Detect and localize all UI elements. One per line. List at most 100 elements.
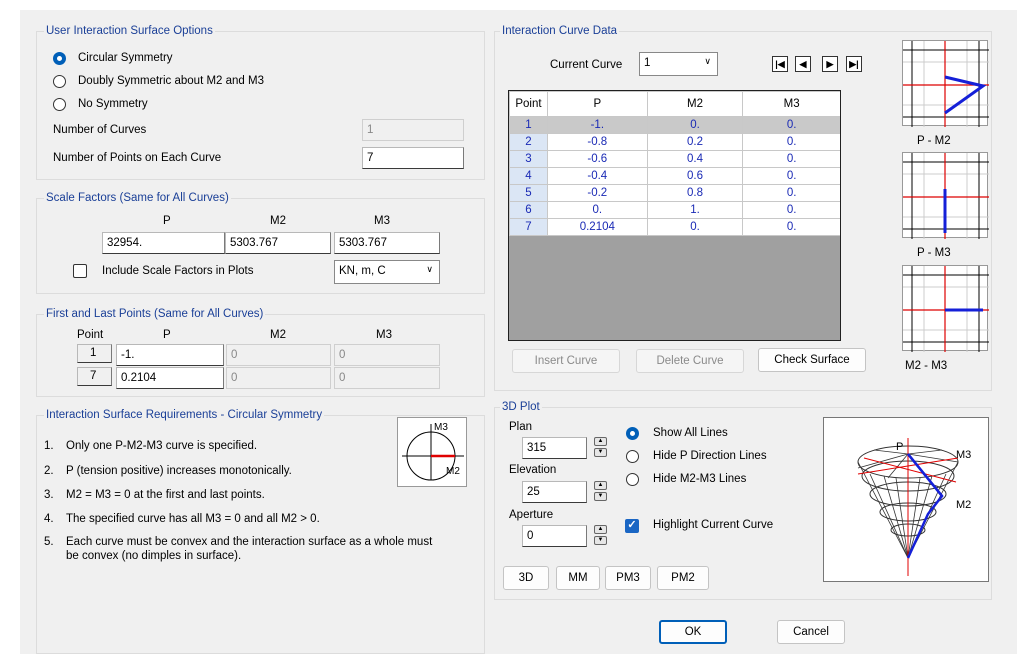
table-cell[interactable]: 0. bbox=[742, 218, 840, 236]
diagram-m3-label: M3 bbox=[434, 422, 448, 433]
table-cell[interactable]: 0. bbox=[742, 167, 840, 185]
scale-p-field[interactable]: 32954. bbox=[102, 232, 225, 254]
table-cell[interactable]: -1. bbox=[546, 116, 648, 134]
num-points-field[interactable]: 7 bbox=[362, 147, 464, 169]
show-all-lines-label: Show All Lines bbox=[653, 427, 728, 439]
include-scale-label: Include Scale Factors in Plots bbox=[102, 265, 254, 277]
fl-header-p: P bbox=[163, 329, 171, 341]
radio-hide-m2m3-lines[interactable] bbox=[626, 473, 639, 486]
fl-header-m3: M3 bbox=[376, 329, 392, 341]
table-cell[interactable]: 0.2104 bbox=[546, 218, 648, 236]
fl-p-7[interactable]: 0.2104 bbox=[116, 367, 224, 389]
insert-curve-button[interactable]: Insert Curve bbox=[512, 349, 620, 373]
table-cell[interactable]: 0. bbox=[646, 116, 744, 134]
col-header-point: Point bbox=[509, 91, 548, 117]
elevation-field[interactable]: 25 bbox=[522, 481, 587, 503]
plot3d-canvas[interactable]: P M3 M2 bbox=[823, 417, 989, 582]
table-cell: 5 bbox=[509, 184, 548, 202]
scale-m2-field[interactable]: 5303.767 bbox=[225, 232, 331, 254]
plot-p-m3-svg bbox=[903, 153, 989, 239]
scale-header-m2: M2 bbox=[270, 215, 286, 227]
plan-label: Plan bbox=[509, 421, 533, 433]
table-cell[interactable]: 0. bbox=[646, 218, 744, 236]
radio-label-circular: Circular Symmetry bbox=[78, 52, 173, 64]
view-3d-button[interactable]: 3D bbox=[503, 566, 549, 590]
req-item: 1. Only one P-M2-M3 curve is specified. bbox=[44, 440, 258, 452]
next-record-icon[interactable]: ▶ bbox=[822, 56, 838, 72]
table-row[interactable]: 3 -0.6 0.4 0. bbox=[509, 150, 840, 168]
delete-curve-button[interactable]: Delete Curve bbox=[636, 349, 744, 373]
table-cell[interactable]: -0.8 bbox=[546, 133, 648, 151]
table-row[interactable]: 7 0.2104 0. 0. bbox=[509, 218, 840, 236]
radio-circular-symmetry[interactable] bbox=[53, 52, 66, 65]
table-cell[interactable]: 0.6 bbox=[646, 167, 744, 185]
check-surface-button[interactable]: Check Surface bbox=[758, 348, 866, 372]
last-record-icon[interactable]: ▶| bbox=[846, 56, 862, 72]
first-record-icon[interactable]: |◀ bbox=[772, 56, 788, 72]
table-row[interactable]: 2 -0.8 0.2 0. bbox=[509, 133, 840, 151]
plot-p-m2-svg bbox=[903, 41, 989, 127]
scale-m3-field[interactable]: 5303.767 bbox=[334, 232, 440, 254]
view-pm2-button[interactable]: PM2 bbox=[657, 566, 709, 590]
cancel-button[interactable]: Cancel bbox=[777, 620, 845, 644]
table-cell: 3 bbox=[509, 150, 548, 168]
plot-p-m2[interactable] bbox=[902, 40, 989, 127]
table-cell[interactable]: -0.2 bbox=[546, 184, 648, 202]
elevation-spinner[interactable]: ▲ ▼ bbox=[594, 481, 607, 501]
previous-record-icon[interactable]: ◀ bbox=[795, 56, 811, 72]
hide-m2m3-lines-label: Hide M2-M3 Lines bbox=[653, 473, 747, 485]
elevation-label: Elevation bbox=[509, 464, 557, 476]
hide-p-lines-label: Hide P Direction Lines bbox=[653, 450, 767, 462]
view-pm3-button[interactable]: PM3 bbox=[605, 566, 651, 590]
radio-doubly-symmetric[interactable] bbox=[53, 75, 66, 88]
chevron-down-icon: ∨ bbox=[704, 56, 711, 66]
table-cell[interactable]: -0.4 bbox=[546, 167, 648, 185]
table-row[interactable]: 4 -0.4 0.6 0. bbox=[509, 167, 840, 185]
table-cell[interactable]: 0. bbox=[742, 116, 840, 134]
curve-data-table: Point P M2 M3 1 -1. 0. 0. 2 -0.8 0.2 0. 3 -0.6 0… bbox=[508, 90, 841, 341]
table-row[interactable]: 5 -0.2 0.8 0. bbox=[509, 184, 840, 202]
table-cell[interactable]: 0. bbox=[546, 201, 648, 219]
plan-spinner[interactable]: ▲ ▼ bbox=[594, 437, 607, 457]
num-curves-label: Number of Curves bbox=[53, 124, 147, 136]
view-mm-button[interactable]: MM bbox=[556, 566, 600, 590]
symmetry-diagram: M3 M2 bbox=[397, 417, 467, 487]
aperture-spinner[interactable]: ▲ ▼ bbox=[594, 525, 607, 545]
plot3d-m3-label: M3 bbox=[956, 449, 971, 461]
table-cell[interactable]: 0. bbox=[742, 201, 840, 219]
first-last-title: First and Last Points (Same for All Curv… bbox=[44, 308, 266, 320]
table-cell: 2 bbox=[509, 133, 548, 151]
table-cell[interactable]: 0. bbox=[742, 133, 840, 151]
ok-button[interactable]: OK bbox=[659, 620, 727, 644]
aperture-field[interactable]: 0 bbox=[522, 525, 587, 547]
fl-header-point: Point bbox=[77, 329, 104, 341]
table-cell: 4 bbox=[509, 167, 548, 185]
units-dropdown[interactable]: KN, m, C ∨ bbox=[334, 260, 440, 284]
plot-m2-m3[interactable] bbox=[902, 265, 989, 352]
plan-field[interactable]: 315 bbox=[522, 437, 587, 459]
highlight-curve-checkbox[interactable]: ✓ bbox=[625, 519, 639, 533]
plot3d-m2-label: M2 bbox=[956, 499, 971, 511]
plot-m2-m3-label: M2 - M3 bbox=[905, 360, 948, 372]
table-cell[interactable]: -0.6 bbox=[546, 150, 648, 168]
current-curve-dropdown[interactable]: 1 ∨ bbox=[639, 52, 718, 76]
up-arrow-icon: ▲ bbox=[594, 437, 607, 446]
plot-p-m3[interactable] bbox=[902, 152, 989, 239]
table-cell[interactable]: 0.4 bbox=[646, 150, 744, 168]
table-cell[interactable]: 0. bbox=[742, 150, 840, 168]
fl-m3-7: 0 bbox=[334, 367, 440, 389]
table-cell[interactable]: 1. bbox=[646, 201, 744, 219]
table-cell[interactable]: 0.8 bbox=[646, 184, 744, 202]
fl-m2-1: 0 bbox=[226, 344, 331, 366]
radio-no-symmetry[interactable] bbox=[53, 98, 66, 111]
table-cell[interactable]: 0. bbox=[742, 184, 840, 202]
include-scale-checkbox[interactable] bbox=[73, 264, 87, 278]
table-row[interactable]: 1 -1. 0. 0. bbox=[509, 116, 840, 134]
radio-hide-p-lines[interactable] bbox=[626, 450, 639, 463]
fl-p-1[interactable]: -1. bbox=[116, 344, 224, 366]
radio-show-all-lines[interactable] bbox=[626, 427, 639, 440]
curve-data-title: Interaction Curve Data bbox=[500, 25, 620, 37]
table-row[interactable]: 6 0. 1. 0. bbox=[509, 201, 840, 219]
table-cell[interactable]: 0.2 bbox=[646, 133, 744, 151]
req-item: 5. Each curve must be convex and the inte… bbox=[44, 536, 433, 548]
